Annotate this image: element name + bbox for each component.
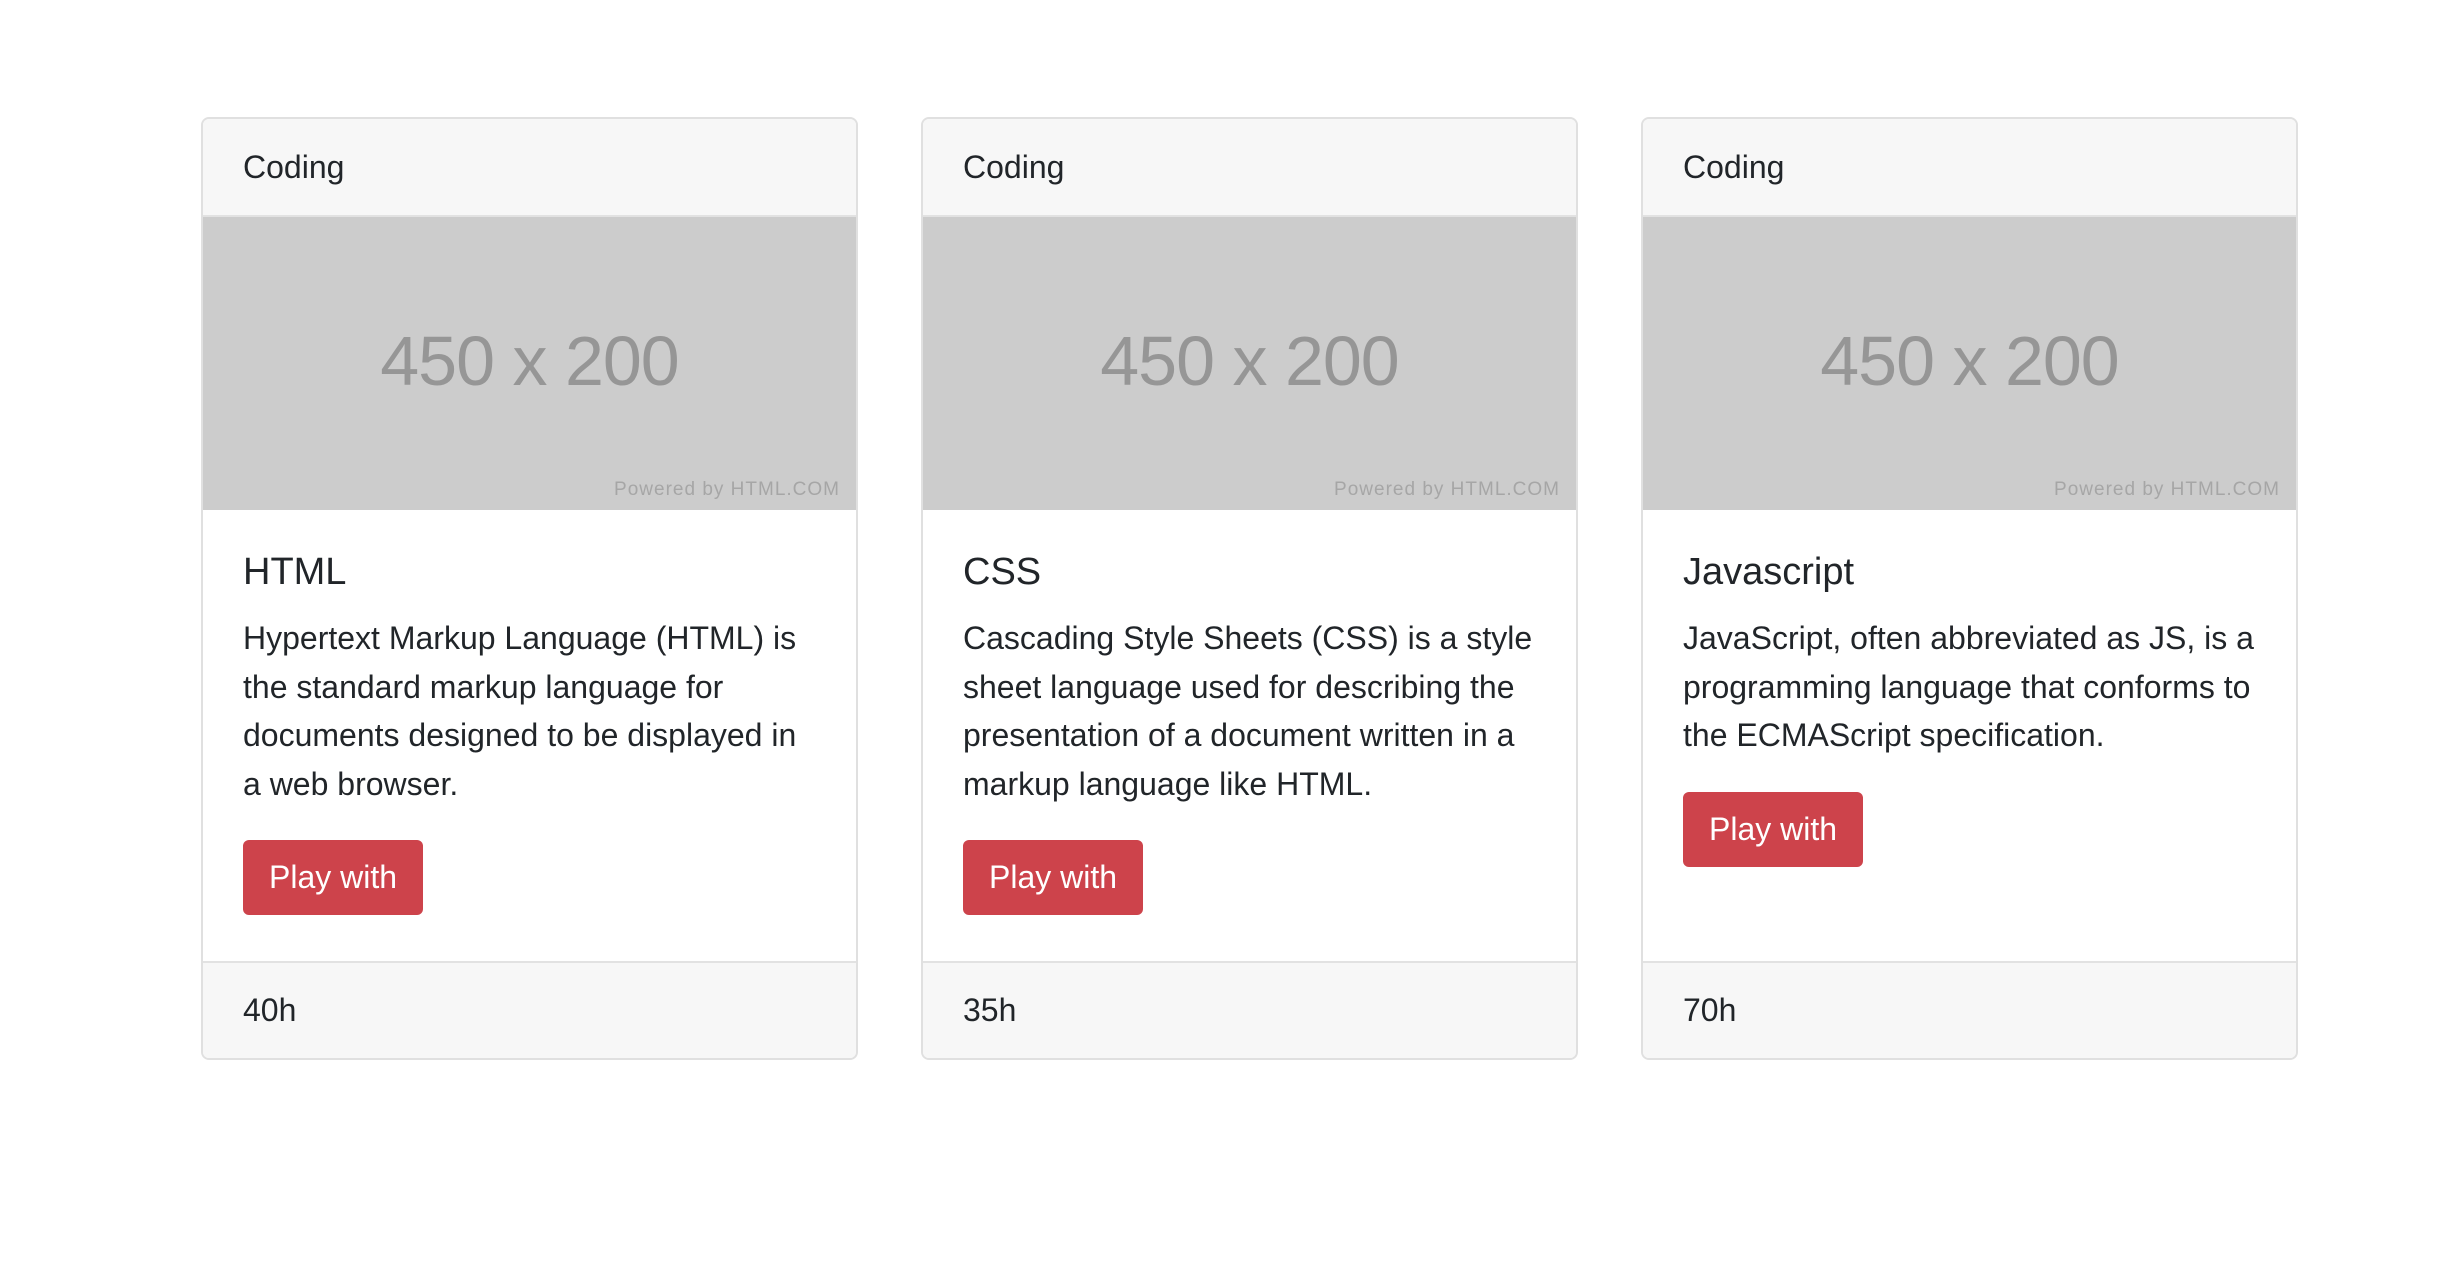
card-image-placeholder: 450 x 200 Powered by HTML.COM xyxy=(1643,217,2296,510)
play-with-button[interactable]: Play with xyxy=(1683,791,1864,867)
image-size-label: 450 x 200 xyxy=(380,322,679,400)
card-javascript: Coding 450 x 200 Powered by HTML.COM Jav… xyxy=(1641,117,2298,1060)
card-body: HTML Hypertext Markup Language (HTML) is… xyxy=(203,510,856,966)
image-powered-label: Powered by HTML.COM xyxy=(1334,479,1560,500)
card-header: Coding xyxy=(1643,119,2296,217)
card-text: Hypertext Markup Language (HTML) is the … xyxy=(243,620,797,802)
image-size-label: 450 x 200 xyxy=(1820,322,2119,400)
image-powered-label: Powered by HTML.COM xyxy=(614,479,840,500)
card-html: Coding 450 x 200 Powered by HTML.COM HTM… xyxy=(201,117,858,1060)
card-text: Cascading Style Sheets (CSS) is a style … xyxy=(963,620,1533,802)
card-image-placeholder: 450 x 200 Powered by HTML.COM xyxy=(203,217,856,510)
card-css: Coding 450 x 200 Powered by HTML.COM CSS… xyxy=(921,117,1578,1060)
card-title: HTML xyxy=(243,551,347,593)
card-image-placeholder: 450 x 200 Powered by HTML.COM xyxy=(923,217,1576,510)
card-body: Javascript JavaScript, often abbreviated… xyxy=(1643,510,2296,966)
card-footer: 70h xyxy=(1643,961,2296,1058)
card-footer: 35h xyxy=(923,961,1576,1058)
card-body: CSS Cascading Style Sheets (CSS) is a st… xyxy=(923,510,1576,966)
card-title: Javascript xyxy=(1683,551,1855,593)
play-with-button[interactable]: Play with xyxy=(963,840,1144,915)
play-with-button[interactable]: Play with xyxy=(243,840,424,915)
card-text: JavaScript, often abbreviated as JS, is … xyxy=(1683,620,2254,753)
card-title: CSS xyxy=(963,551,1042,593)
card-header: Coding xyxy=(203,119,856,217)
card-footer: 40h xyxy=(203,961,856,1058)
image-size-label: 450 x 200 xyxy=(1100,322,1399,400)
image-powered-label: Powered by HTML.COM xyxy=(2054,479,2280,500)
card-header: Coding xyxy=(923,119,1576,217)
